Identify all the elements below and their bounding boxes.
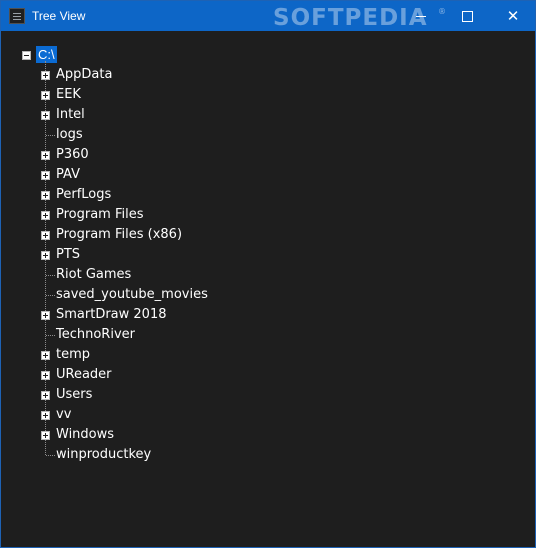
expand-icon[interactable]: [41, 251, 50, 260]
expand-icon[interactable]: [41, 91, 50, 100]
tree-node[interactable]: logs: [1, 125, 261, 145]
tree-node[interactable]: saved_youtube_movies: [1, 285, 261, 305]
maximize-button[interactable]: [444, 1, 490, 31]
tree-node-label[interactable]: UReader: [56, 366, 112, 383]
tree-node-label[interactable]: vv: [56, 406, 71, 423]
close-icon: ✕: [506, 6, 520, 25]
expand-icon[interactable]: [41, 171, 50, 180]
expand-icon[interactable]: [41, 211, 50, 220]
tree-node-label[interactable]: P360: [56, 146, 89, 163]
collapse-icon[interactable]: [22, 51, 31, 60]
tree-node-label[interactable]: PAV: [56, 166, 80, 183]
tree-node[interactable]: P360: [1, 145, 261, 165]
tree-branch-line: [46, 135, 55, 136]
tree-node[interactable]: Users: [1, 385, 261, 405]
tree-node[interactable]: vv: [1, 405, 261, 425]
tree-node-label[interactable]: Users: [56, 386, 92, 403]
tree-node-label[interactable]: AppData: [56, 66, 112, 83]
tree-node[interactable]: winproductkey: [1, 445, 261, 465]
window-title: Tree View: [32, 9, 86, 23]
tree-node-label[interactable]: C:\: [36, 46, 57, 63]
tree-node[interactable]: Program Files (x86): [1, 225, 261, 245]
tree-node-label[interactable]: winproductkey: [56, 446, 151, 463]
tree-node-label[interactable]: PerfLogs: [56, 186, 111, 203]
app-icon[interactable]: [9, 8, 25, 24]
expand-icon[interactable]: [41, 371, 50, 380]
expand-icon[interactable]: [41, 391, 50, 400]
tree-branch-line: [46, 335, 55, 336]
tree-view-window: Tree View SOFTPEDIA ® ✕ C:\ AppData EEK Int…: [0, 0, 536, 548]
directory-tree[interactable]: C:\ AppData EEK Intel logs P360 PAV PerfLogs Pro…: [1, 31, 535, 547]
expand-icon[interactable]: [41, 431, 50, 440]
tree-node-label[interactable]: temp: [56, 346, 90, 363]
expand-icon[interactable]: [41, 411, 50, 420]
tree-node-label[interactable]: TechnoRiver: [56, 326, 135, 343]
expand-icon[interactable]: [41, 311, 50, 320]
tree-node[interactable]: EEK: [1, 85, 261, 105]
tree-node-label[interactable]: Program Files (x86): [56, 226, 182, 243]
tree-node-label[interactable]: logs: [56, 126, 83, 143]
tree-node[interactable]: PerfLogs: [1, 185, 261, 205]
title-bar[interactable]: Tree View SOFTPEDIA ® ✕: [1, 1, 535, 31]
tree-node-label[interactable]: saved_youtube_movies: [56, 286, 208, 303]
expand-icon[interactable]: [41, 191, 50, 200]
expand-icon[interactable]: [41, 71, 50, 80]
expand-icon[interactable]: [41, 351, 50, 360]
tree-node[interactable]: temp: [1, 345, 261, 365]
tree-node-label[interactable]: Intel: [56, 106, 85, 123]
tree-node-label[interactable]: EEK: [56, 86, 81, 103]
tree-node[interactable]: PAV: [1, 165, 261, 185]
expand-icon[interactable]: [41, 231, 50, 240]
tree-node-label[interactable]: PTS: [56, 246, 80, 263]
tree-node[interactable]: AppData: [1, 65, 261, 85]
tree-node[interactable]: UReader: [1, 365, 261, 385]
tree-node-label[interactable]: SmartDraw 2018: [56, 306, 167, 323]
tree-node-root[interactable]: C:\: [1, 45, 121, 65]
tree-node[interactable]: PTS: [1, 245, 261, 265]
tree-node[interactable]: Intel: [1, 105, 261, 125]
expand-icon[interactable]: [41, 111, 50, 120]
tree-node-label[interactable]: Riot Games: [56, 266, 131, 283]
expand-icon[interactable]: [41, 151, 50, 160]
tree-node[interactable]: Windows: [1, 425, 261, 445]
maximize-icon: [461, 10, 473, 22]
tree-branch-line: [46, 455, 55, 456]
tree-node[interactable]: Program Files: [1, 205, 261, 225]
tree-branch-line: [46, 295, 55, 296]
tree-node-label[interactable]: Program Files: [56, 206, 144, 223]
minimize-icon: [416, 15, 426, 17]
tree-node[interactable]: Riot Games: [1, 265, 261, 285]
tree-node[interactable]: TechnoRiver: [1, 325, 261, 345]
minimize-button[interactable]: [398, 1, 444, 31]
close-button[interactable]: ✕: [490, 1, 536, 31]
tree-node-label[interactable]: Windows: [56, 426, 114, 443]
tree-node[interactable]: SmartDraw 2018: [1, 305, 261, 325]
tree-branch-line: [46, 275, 55, 276]
